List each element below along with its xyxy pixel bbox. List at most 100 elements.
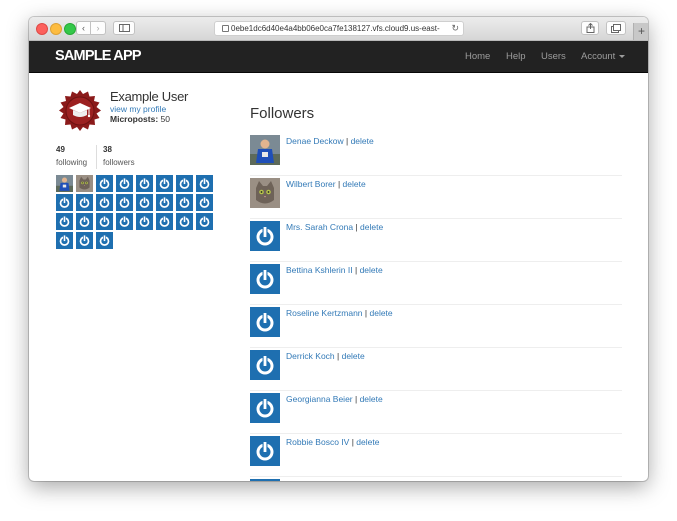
delete-link[interactable]: delete [343,179,366,189]
follower-entry: Robbie Bosco IV | delete [286,437,379,447]
follower-thumbnail[interactable] [196,213,213,230]
follower-avatar[interactable] [250,393,280,423]
follower-name-link[interactable]: Derrick Koch [286,351,335,361]
nav-help-link[interactable]: Help [506,51,526,62]
close-window-button[interactable] [36,23,48,35]
view-profile-link[interactable]: view my profile [110,104,166,114]
app-logo[interactable]: SAMPLE APP [55,48,142,64]
url-text: 0ebe1dc6d40e4a4bb06e0ca7fe138127.vfs.clo… [231,24,440,33]
delete-link[interactable]: delete [360,222,383,232]
power-icon [156,213,173,230]
nav-account-dropdown[interactable]: Account [581,51,626,62]
power-icon [96,213,113,230]
delete-link[interactable]: delete [360,265,383,275]
follower-avatar[interactable] [250,436,280,466]
follower-thumbnail[interactable] [136,175,153,192]
follower-entry: Wilbert Borer | delete [286,179,366,189]
follower-thumbnail[interactable] [56,232,73,249]
follower-avatar[interactable] [250,135,280,165]
follower-thumbnail[interactable] [56,213,73,230]
follower-thumbnail[interactable] [56,194,73,211]
plus-icon: + [637,24,645,38]
delete-link[interactable]: delete [342,351,365,361]
power-icon [96,232,113,249]
follower-name-link[interactable]: Bettina Kshlerin II [286,265,353,275]
follower-thumbnail[interactable] [76,213,93,230]
power-icon [156,194,173,211]
back-button[interactable]: ‹ [76,21,91,35]
follower-thumbnail[interactable] [156,175,173,192]
follower-avatar[interactable] [250,221,280,251]
power-icon [76,194,93,211]
follower-thumbnail[interactable] [176,194,193,211]
nav-account-label: Account [581,51,616,62]
cat-photo-icon [250,178,280,208]
separator: | [352,394,360,404]
follower-thumbnail[interactable] [76,232,93,249]
power-icon [196,194,213,211]
follower-name-link[interactable]: Denae Deckow [286,136,344,146]
follower-avatar[interactable] [250,479,280,481]
follower-thumbnail[interactable] [116,175,133,192]
sidebar-toggle-button[interactable] [113,21,135,35]
delete-link[interactable]: delete [356,437,379,447]
follower-entry: Georgianna Beier | delete [286,394,383,404]
browser-titlebar: ‹ › 0ebe1dc6d40e4a4bb06e0ca7fe138127.vfs… [29,17,648,41]
following-stat[interactable]: 49 following [56,145,87,167]
power-icon [56,232,73,249]
caret-down-icon [619,54,626,58]
forward-button[interactable]: › [91,21,106,35]
follower-name-link[interactable]: Mrs. Sarah Crona [286,222,353,232]
profile-avatar[interactable] [58,90,102,134]
chevron-left-icon: ‹ [82,23,85,33]
followers-stat[interactable]: 38 followers [96,145,135,169]
tabs-icon [611,23,621,33]
share-button[interactable] [581,21,599,35]
reload-icon[interactable]: ↻ [451,23,459,34]
follower-avatar[interactable] [250,350,280,380]
follower-thumbnail[interactable] [156,213,173,230]
nav-home-link[interactable]: Home [465,51,490,62]
follower-name-link[interactable]: Robbie Bosco IV [286,437,349,447]
delete-link[interactable]: delete [369,308,392,318]
follower-thumbnail[interactable] [176,175,193,192]
follower-thumbnail[interactable] [76,194,93,211]
minimize-window-button[interactable] [50,23,62,35]
follower-thumbnail[interactable] [96,232,113,249]
follower-thumbnail[interactable] [76,175,93,192]
follower-thumbnail[interactable] [136,194,153,211]
power-icon [176,194,193,211]
power-icon [76,232,93,249]
follower-name-link[interactable]: Wilbert Borer [286,179,336,189]
follower-name-link[interactable]: Georgianna Beier [286,394,353,404]
follower-avatar[interactable] [250,178,280,208]
follower-thumbnail[interactable] [136,213,153,230]
new-tab-button[interactable]: + [633,23,648,40]
show-tabs-button[interactable] [606,21,626,35]
follower-thumbnail[interactable] [96,194,113,211]
follower-name-link[interactable]: Roseline Kertzmann [286,308,363,318]
follower-thumbnail[interactable] [176,213,193,230]
follower-thumbnail[interactable] [156,194,173,211]
follower-name-link[interactable]: Jacqualine Wintheiser [286,480,369,481]
follower-thumbnail[interactable] [196,194,213,211]
follower-thumbnail[interactable] [96,213,113,230]
follower-thumbnail[interactable] [196,175,213,192]
page-content: Example User view my profile Microposts:… [29,73,648,481]
follower-thumbnail[interactable] [116,194,133,211]
delete-link[interactable]: delete [351,136,374,146]
address-bar[interactable]: 0ebe1dc6d40e4a4bb06e0ca7fe138127.vfs.clo… [214,21,464,36]
follower-thumbnail[interactable] [116,213,133,230]
maximize-window-button[interactable] [64,23,76,35]
follower-thumbnail[interactable] [96,175,113,192]
separator: | [353,222,361,232]
delete-link[interactable]: delete [360,394,383,404]
separator: | [352,265,360,275]
delete-link[interactable]: delete [376,480,399,481]
follower-avatar[interactable] [250,264,280,294]
follower-avatar[interactable] [250,307,280,337]
nav-users-link[interactable]: Users [541,51,566,62]
follower-entry: Derrick Koch | delete [286,351,365,361]
power-icon [250,221,280,251]
follower-thumbnail[interactable] [56,175,73,192]
